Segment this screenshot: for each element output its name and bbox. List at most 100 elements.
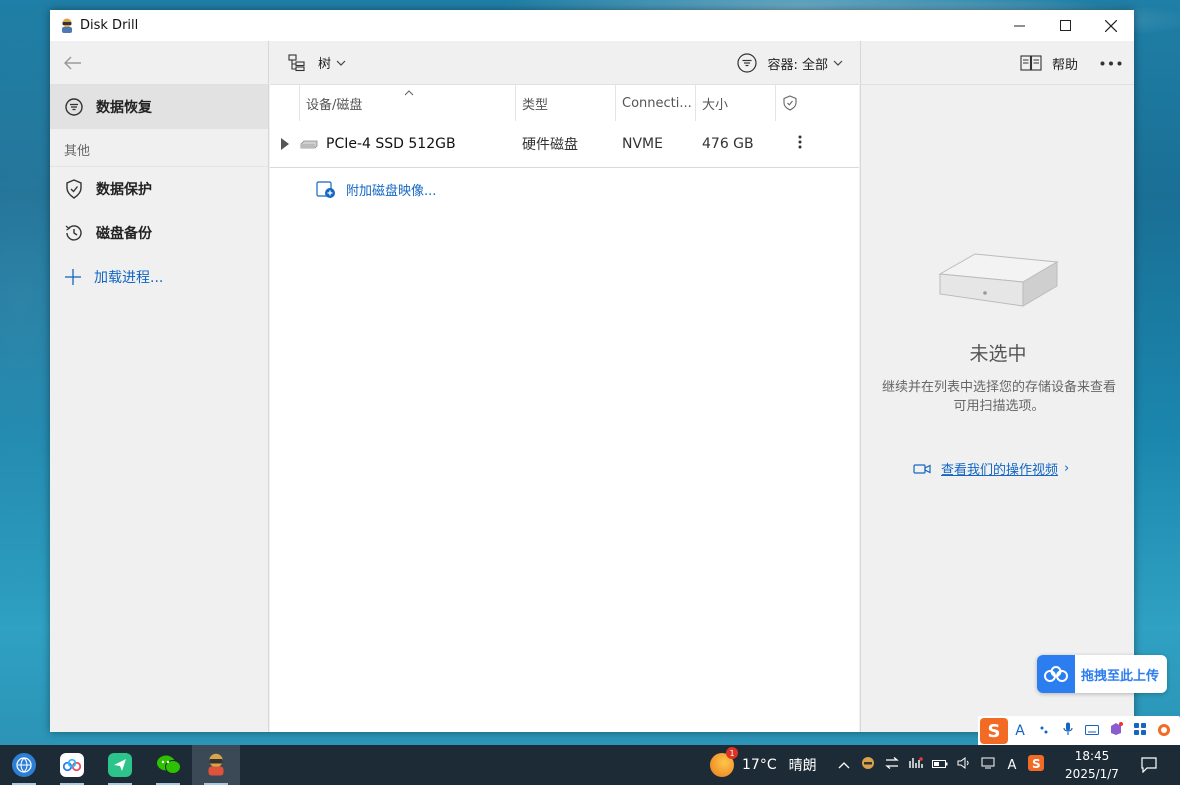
chevron-down-icon bbox=[833, 60, 843, 66]
window-title: Disk Drill bbox=[80, 18, 139, 33]
column-header-device[interactable]: 设备/磁盘 bbox=[300, 85, 516, 121]
skin-icon[interactable] bbox=[1104, 722, 1128, 740]
microphone-icon[interactable] bbox=[1056, 722, 1080, 740]
clock-time: 18:45 bbox=[1074, 749, 1110, 763]
sidebar-item-label: 数据保护 bbox=[96, 182, 152, 198]
back-button[interactable] bbox=[50, 41, 268, 85]
taskbar-app-wechat[interactable] bbox=[144, 745, 192, 785]
punctuation-icon[interactable] bbox=[1032, 723, 1056, 739]
drive-icon bbox=[300, 140, 318, 149]
title-bar: Disk Drill bbox=[50, 10, 1134, 41]
device-type: 硬件磁盘 bbox=[522, 137, 578, 153]
system-tray: A S bbox=[832, 745, 1048, 785]
filter-label: 容器: 全部 bbox=[767, 57, 828, 73]
battery-icon[interactable] bbox=[928, 758, 952, 773]
globe-icon bbox=[12, 753, 36, 777]
no-selection-title: 未选中 bbox=[969, 343, 1027, 365]
transfer-icon[interactable] bbox=[880, 757, 904, 773]
table-header: 设备/磁盘 类型 Connecti... 大小 bbox=[270, 85, 859, 121]
back-arrow-icon bbox=[64, 55, 81, 70]
monitor-activity-icon[interactable] bbox=[904, 757, 928, 773]
drag-upload-widget[interactable]: 拖拽至此上传 bbox=[1037, 655, 1167, 693]
close-button[interactable] bbox=[1088, 10, 1134, 41]
sidebar-item-data-protection[interactable]: 数据保护 bbox=[50, 167, 268, 211]
add-process-label: 加载进程... bbox=[94, 270, 164, 286]
input-method-indicator[interactable]: A bbox=[1000, 758, 1024, 773]
maximize-button[interactable] bbox=[1042, 10, 1088, 41]
watch-video-link[interactable]: 查看我们的操作视频 › bbox=[913, 459, 1069, 478]
wechat-icon bbox=[156, 753, 180, 777]
sidebar-item-label: 数据恢复 bbox=[96, 100, 152, 116]
maximize-icon bbox=[1059, 20, 1071, 31]
attach-disk-image-link[interactable]: 附加磁盘映像... bbox=[316, 179, 436, 199]
hard-drive-illustration-icon bbox=[938, 253, 1059, 307]
notification-button[interactable] bbox=[1138, 745, 1160, 785]
weather-temperature: 17°C bbox=[742, 757, 777, 773]
weather-badge: 1 bbox=[726, 747, 738, 759]
minimize-button[interactable] bbox=[996, 10, 1042, 41]
row-more-button[interactable] bbox=[790, 135, 810, 153]
sidebar-item-disk-backup[interactable]: 磁盘备份 bbox=[50, 211, 268, 255]
device-list-pane: 树 容器: 全部 设备/磁盘 类型 Connecti... 大小 PCIe-4 … bbox=[270, 41, 859, 732]
plus-icon bbox=[65, 269, 81, 285]
sidebar-item-label: 磁盘备份 bbox=[96, 226, 152, 242]
clock[interactable]: 18:45 2025/1/7 bbox=[1062, 747, 1122, 783]
shield-icon bbox=[64, 179, 84, 199]
taskbar-app-disk-drill[interactable] bbox=[192, 745, 240, 785]
mascot-icon[interactable] bbox=[1152, 722, 1176, 740]
keyboard-icon[interactable] bbox=[1080, 723, 1104, 739]
column-header-label: 设备/磁盘 bbox=[306, 97, 363, 113]
expand-toggle[interactable] bbox=[270, 138, 300, 150]
device-connection: NVME bbox=[622, 136, 663, 152]
recovery-icon bbox=[64, 97, 84, 117]
attach-disk-image-label: 附加磁盘映像... bbox=[346, 183, 437, 199]
clock-date: 2025/1/7 bbox=[1065, 767, 1119, 781]
taskbar-app-browser[interactable] bbox=[0, 745, 48, 785]
ellipsis-icon bbox=[1100, 61, 1122, 65]
filter-dropdown[interactable]: 容器: 全部 bbox=[737, 41, 843, 85]
filter-icon bbox=[737, 53, 758, 73]
help-button[interactable]: 帮助 bbox=[1020, 41, 1078, 85]
volume-icon[interactable] bbox=[952, 757, 976, 773]
minimize-icon bbox=[1013, 25, 1025, 27]
disk-image-add-icon bbox=[316, 181, 335, 198]
tray-app-icon[interactable] bbox=[856, 756, 880, 774]
table-header-spacer bbox=[270, 85, 300, 121]
close-icon bbox=[1105, 19, 1117, 32]
sogou-tray-icon[interactable]: S bbox=[1024, 755, 1048, 775]
cloud-drive-icon bbox=[1037, 655, 1075, 693]
taskbar-app-send[interactable] bbox=[96, 745, 144, 785]
sidebar-item-data-recovery[interactable]: 数据恢复 bbox=[50, 85, 268, 129]
video-camera-icon bbox=[913, 463, 931, 474]
weather-condition: 晴朗 bbox=[788, 758, 817, 774]
weather-widget[interactable]: 1 17°C 晴朗 bbox=[710, 745, 817, 785]
column-header-type[interactable]: 类型 bbox=[516, 85, 616, 121]
sidebar-section-other: 其他 bbox=[50, 133, 268, 167]
toolbox-icon[interactable] bbox=[1128, 722, 1152, 740]
chevron-up-icon[interactable] bbox=[832, 758, 856, 773]
view-mode-dropdown[interactable]: 树 bbox=[288, 53, 346, 72]
network-icon[interactable] bbox=[976, 757, 1000, 773]
add-process-link[interactable]: 加载进程... bbox=[50, 255, 268, 299]
ime-toolbar: S A bbox=[978, 716, 1180, 746]
column-header-size[interactable]: 大小 bbox=[696, 85, 776, 121]
more-options-button[interactable] bbox=[1100, 41, 1122, 85]
column-header-connection[interactable]: Connecti... bbox=[616, 85, 696, 121]
column-header-label: Connecti... bbox=[622, 95, 692, 111]
chevron-down-icon bbox=[336, 60, 346, 66]
disk-drill-logo-icon bbox=[62, 18, 72, 33]
cloud-drive-icon bbox=[60, 753, 84, 777]
column-header-protection[interactable] bbox=[776, 85, 816, 121]
disk-drill-logo-icon bbox=[204, 753, 228, 777]
main-toolbar: 树 容器: 全部 bbox=[270, 41, 859, 85]
sogou-logo-icon[interactable]: S bbox=[980, 718, 1008, 744]
details-panel: 帮助 未选中 继续并在列表中选择您的存储设备来查看可用扫描选项。 查看我们的操作… bbox=[860, 41, 1134, 732]
taskbar-app-baidu-netdisk[interactable] bbox=[48, 745, 96, 785]
table-row[interactable]: PCIe-4 SSD 512GB 硬件磁盘 NVME 476 GB bbox=[270, 121, 859, 168]
ime-language-toggle[interactable]: A bbox=[1008, 723, 1032, 739]
drag-upload-label: 拖拽至此上传 bbox=[1081, 668, 1160, 684]
chevron-right-icon: › bbox=[1064, 461, 1070, 476]
details-toolbar: 帮助 bbox=[861, 41, 1134, 85]
watch-video-label: 查看我们的操作视频 bbox=[941, 463, 1059, 478]
paper-plane-icon bbox=[108, 753, 132, 777]
